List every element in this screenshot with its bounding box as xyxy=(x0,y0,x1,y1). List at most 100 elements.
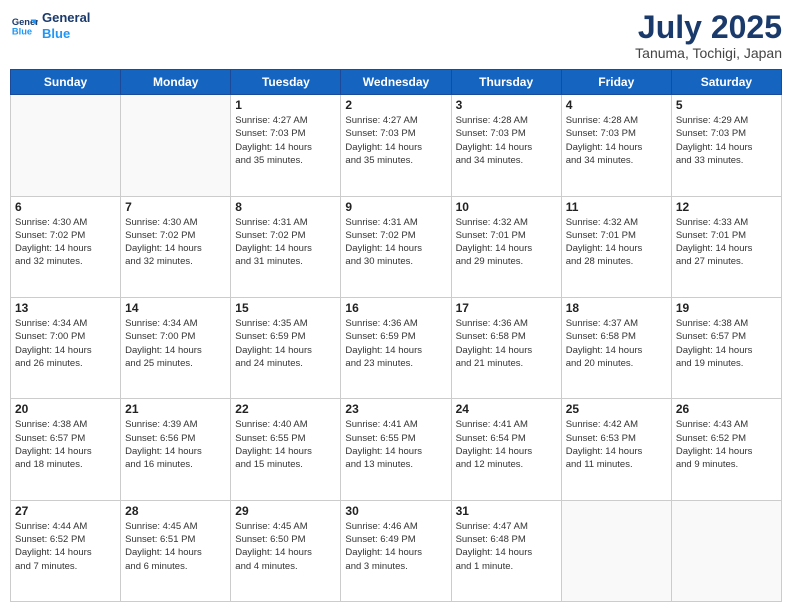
cell-content: Sunrise: 4:44 AMSunset: 6:52 PMDaylight:… xyxy=(15,520,116,573)
day-number: 11 xyxy=(566,200,667,214)
day-number: 4 xyxy=(566,98,667,112)
cell-content: Sunrise: 4:40 AMSunset: 6:55 PMDaylight:… xyxy=(235,418,336,471)
cell-3-5: 25 Sunrise: 4:42 AMSunset: 6:53 PMDayligh… xyxy=(561,399,671,500)
cell-content: Sunrise: 4:37 AMSunset: 6:58 PMDaylight:… xyxy=(566,317,667,370)
day-number: 15 xyxy=(235,301,336,315)
cell-content: Sunrise: 4:31 AMSunset: 7:02 PMDaylight:… xyxy=(235,216,336,269)
cell-content: Sunrise: 4:38 AMSunset: 6:57 PMDaylight:… xyxy=(676,317,777,370)
cell-content: Sunrise: 4:46 AMSunset: 6:49 PMDaylight:… xyxy=(345,520,446,573)
cell-1-3: 9 Sunrise: 4:31 AMSunset: 7:02 PMDaylight… xyxy=(341,196,451,297)
col-thursday: Thursday xyxy=(451,70,561,95)
cell-3-2: 22Sunrise: 4:40 AMSunset: 6:55 PMDayligh… xyxy=(231,399,341,500)
day-number: 1 xyxy=(235,98,336,112)
cell-content: Sunrise: 4:36 AMSunset: 6:58 PMDaylight:… xyxy=(456,317,557,370)
day-number: 23 xyxy=(345,402,446,416)
cell-4-2: 29 Sunrise: 4:45 AMSunset: 6:50 PMDayligh… xyxy=(231,500,341,601)
day-number: 10 xyxy=(456,200,557,214)
logo-general-text: General xyxy=(42,10,90,26)
day-number: 14 xyxy=(125,301,226,315)
day-number: 31 xyxy=(456,504,557,518)
cell-content: Sunrise: 4:39 AMSunset: 6:56 PMDaylight:… xyxy=(125,418,226,471)
cell-0-1 xyxy=(121,95,231,196)
week-row-1: 1 Sunrise: 4:27 AMSunset: 7:03 PMDaylight… xyxy=(11,95,782,196)
cell-2-3: 16Sunrise: 4:36 AMSunset: 6:59 PMDayligh… xyxy=(341,297,451,398)
day-number: 29 xyxy=(235,504,336,518)
svg-text:Blue: Blue xyxy=(12,26,32,36)
cell-content: Sunrise: 4:34 AMSunset: 7:00 PMDaylight:… xyxy=(15,317,116,370)
day-number: 9 xyxy=(345,200,446,214)
day-number: 28 xyxy=(125,504,226,518)
day-number: 2 xyxy=(345,98,446,112)
day-number: 20 xyxy=(15,402,116,416)
calendar-table: Sunday Monday Tuesday Wednesday Thursday… xyxy=(10,69,782,602)
day-number: 24 xyxy=(456,402,557,416)
cell-0-5: 4 Sunrise: 4:28 AMSunset: 7:03 PMDaylight… xyxy=(561,95,671,196)
cell-content: Sunrise: 4:27 AMSunset: 7:03 PMDaylight:… xyxy=(345,114,446,167)
cell-content: Sunrise: 4:41 AMSunset: 6:54 PMDaylight:… xyxy=(456,418,557,471)
cell-0-0 xyxy=(11,95,121,196)
cell-content: Sunrise: 4:36 AMSunset: 6:59 PMDaylight:… xyxy=(345,317,446,370)
day-number: 26 xyxy=(676,402,777,416)
cell-content: Sunrise: 4:28 AMSunset: 7:03 PMDaylight:… xyxy=(566,114,667,167)
cell-0-6: 5Sunrise: 4:29 AMSunset: 7:03 PMDaylight… xyxy=(671,95,781,196)
cell-3-1: 21 Sunrise: 4:39 AMSunset: 6:56 PMDayligh… xyxy=(121,399,231,500)
cell-1-4: 10 Sunrise: 4:32 AMSunset: 7:01 PMDayligh… xyxy=(451,196,561,297)
col-sunday: Sunday xyxy=(11,70,121,95)
week-row-5: 27Sunrise: 4:44 AMSunset: 6:52 PMDayligh… xyxy=(11,500,782,601)
day-number: 25 xyxy=(566,402,667,416)
cell-content: Sunrise: 4:31 AMSunset: 7:02 PMDaylight:… xyxy=(345,216,446,269)
cell-content: Sunrise: 4:32 AMSunset: 7:01 PMDaylight:… xyxy=(566,216,667,269)
day-number: 18 xyxy=(566,301,667,315)
logo-blue-text: Blue xyxy=(42,26,90,42)
cell-content: Sunrise: 4:32 AMSunset: 7:01 PMDaylight:… xyxy=(456,216,557,269)
cell-4-3: 30Sunrise: 4:46 AMSunset: 6:49 PMDayligh… xyxy=(341,500,451,601)
logo-icon: General Blue xyxy=(10,12,38,40)
day-number: 19 xyxy=(676,301,777,315)
day-number: 3 xyxy=(456,98,557,112)
cell-content: Sunrise: 4:45 AMSunset: 6:51 PMDaylight:… xyxy=(125,520,226,573)
cell-content: Sunrise: 4:42 AMSunset: 6:53 PMDaylight:… xyxy=(566,418,667,471)
cell-content: Sunrise: 4:33 AMSunset: 7:01 PMDaylight:… xyxy=(676,216,777,269)
cell-4-4: 31Sunrise: 4:47 AMSunset: 6:48 PMDayligh… xyxy=(451,500,561,601)
week-row-2: 6Sunrise: 4:30 AMSunset: 7:02 PMDaylight… xyxy=(11,196,782,297)
cell-0-3: 2 Sunrise: 4:27 AMSunset: 7:03 PMDaylight… xyxy=(341,95,451,196)
day-number: 7 xyxy=(125,200,226,214)
week-row-3: 13 Sunrise: 4:34 AMSunset: 7:00 PMDayligh… xyxy=(11,297,782,398)
cell-content: Sunrise: 4:41 AMSunset: 6:55 PMDaylight:… xyxy=(345,418,446,471)
day-number: 21 xyxy=(125,402,226,416)
cell-4-6 xyxy=(671,500,781,601)
month-year: July 2025 xyxy=(635,10,782,45)
cell-content: Sunrise: 4:43 AMSunset: 6:52 PMDaylight:… xyxy=(676,418,777,471)
cell-content: Sunrise: 4:35 AMSunset: 6:59 PMDaylight:… xyxy=(235,317,336,370)
day-number: 12 xyxy=(676,200,777,214)
col-monday: Monday xyxy=(121,70,231,95)
cell-3-6: 26 Sunrise: 4:43 AMSunset: 6:52 PMDayligh… xyxy=(671,399,781,500)
header: General Blue General Blue July 2025 Tanu… xyxy=(10,10,782,61)
cell-4-5 xyxy=(561,500,671,601)
cell-0-4: 3 Sunrise: 4:28 AMSunset: 7:03 PMDaylight… xyxy=(451,95,561,196)
cell-4-0: 27Sunrise: 4:44 AMSunset: 6:52 PMDayligh… xyxy=(11,500,121,601)
cell-content: Sunrise: 4:38 AMSunset: 6:57 PMDaylight:… xyxy=(15,418,116,471)
cell-1-0: 6Sunrise: 4:30 AMSunset: 7:02 PMDaylight… xyxy=(11,196,121,297)
cell-content: Sunrise: 4:30 AMSunset: 7:02 PMDaylight:… xyxy=(125,216,226,269)
col-wednesday: Wednesday xyxy=(341,70,451,95)
day-number: 5 xyxy=(676,98,777,112)
logo: General Blue General Blue xyxy=(10,10,90,41)
cell-3-0: 20 Sunrise: 4:38 AMSunset: 6:57 PMDayligh… xyxy=(11,399,121,500)
cell-content: Sunrise: 4:45 AMSunset: 6:50 PMDaylight:… xyxy=(235,520,336,573)
cell-content: Sunrise: 4:30 AMSunset: 7:02 PMDaylight:… xyxy=(15,216,116,269)
cell-content: Sunrise: 4:28 AMSunset: 7:03 PMDaylight:… xyxy=(456,114,557,167)
cell-2-4: 17Sunrise: 4:36 AMSunset: 6:58 PMDayligh… xyxy=(451,297,561,398)
col-saturday: Saturday xyxy=(671,70,781,95)
cell-2-5: 18 Sunrise: 4:37 AMSunset: 6:58 PMDayligh… xyxy=(561,297,671,398)
week-row-4: 20 Sunrise: 4:38 AMSunset: 6:57 PMDayligh… xyxy=(11,399,782,500)
day-number: 8 xyxy=(235,200,336,214)
cell-4-1: 28 Sunrise: 4:45 AMSunset: 6:51 PMDayligh… xyxy=(121,500,231,601)
cell-1-6: 12 Sunrise: 4:33 AMSunset: 7:01 PMDayligh… xyxy=(671,196,781,297)
day-number: 13 xyxy=(15,301,116,315)
location: Tanuma, Tochigi, Japan xyxy=(635,45,782,61)
cell-content: Sunrise: 4:34 AMSunset: 7:00 PMDaylight:… xyxy=(125,317,226,370)
cell-2-0: 13 Sunrise: 4:34 AMSunset: 7:00 PMDayligh… xyxy=(11,297,121,398)
cell-2-6: 19 Sunrise: 4:38 AMSunset: 6:57 PMDayligh… xyxy=(671,297,781,398)
cell-2-1: 14 Sunrise: 4:34 AMSunset: 7:00 PMDayligh… xyxy=(121,297,231,398)
